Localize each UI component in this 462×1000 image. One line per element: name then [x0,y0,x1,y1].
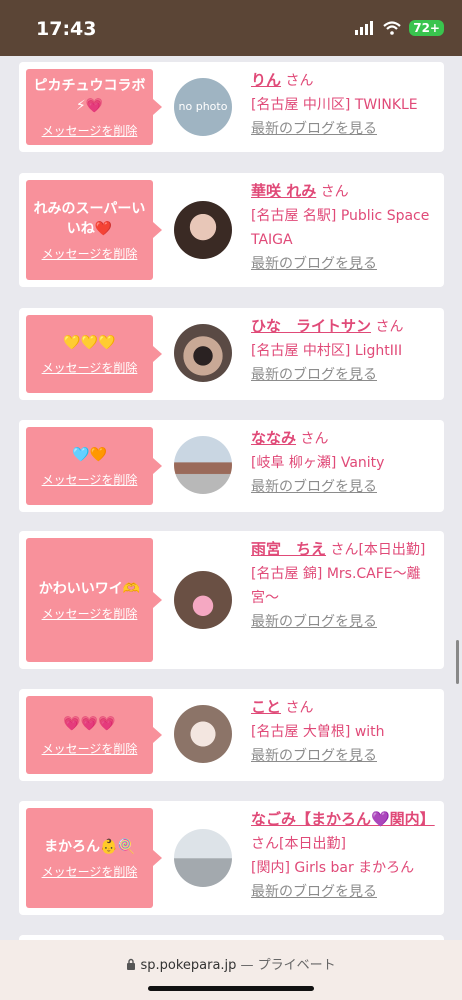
message-bubble: ピカチュウコラボ⚡💗 メッセージを削除 [26,69,162,145]
list-item: まかろん👶🍭 メッセージを削除 なごみ【まかろん💜関内】 さん[本日出勤] [関… [19,801,444,915]
blog-link[interactable]: 最新のブログを見る [251,479,377,495]
list-item: 💗💗💗 メッセージを削除 こと さん [名古屋 大曽根] with 最新のブログ… [19,689,444,781]
avatar[interactable] [174,436,232,494]
message-list[interactable]: ピカチュウコラボ⚡💗 メッセージを削除 no photo りん さん [名古屋 … [0,56,462,940]
message-text: 💗💗💗 [63,715,116,732]
girl-name-link[interactable]: ひな ライトサン [251,317,371,335]
url-text: sp.pokepara.jp [140,958,237,973]
signal-icon [355,21,374,35]
girl-name-link[interactable]: 華咲 れみ [251,182,316,200]
battery-icon: 72+ [409,20,444,36]
message-text: 💛💛💛 [63,334,116,351]
message-bubble: 💛💛💛 メッセージを削除 [26,315,162,393]
list-item: ピカチュウコラボ⚡💗 メッセージを削除 no photo りん さん [名古屋 … [19,62,444,152]
message-bubble: 🩵🧡 メッセージを削除 [26,427,162,505]
blog-link[interactable]: 最新のブログを見る [251,614,377,630]
shop-info: [名古屋 中村区] LightIII [251,343,403,359]
avatar[interactable] [174,571,232,629]
delete-message-link[interactable]: メッセージを削除 [42,740,138,757]
status-bar: 17:43 72+ [0,0,462,56]
list-item: 💛💛💛 メッセージを削除 ひな ライトサン さん [名古屋 中村区] Light… [19,308,444,400]
honorific: さん[本日出勤] [330,542,426,558]
status-time: 17:43 [36,18,97,40]
blog-link[interactable]: 最新のブログを見る [251,367,377,383]
browser-address-bar[interactable]: sp.pokepara.jp — プライベート [0,940,462,1000]
url-display[interactable]: sp.pokepara.jp — プライベート [0,954,462,973]
lock-icon [127,958,136,970]
status-icons: 72+ [355,20,444,36]
no-photo-label: no photo [178,100,228,113]
list-item: れみのスーパーいいね❤️ メッセージを削除 華咲 れみ さん [名古屋 名駅] … [19,173,444,287]
message-text: かわいいワイ🫶 [38,580,141,597]
honorific: さん [300,431,329,447]
message-text: ピカチュウコラボ⚡💗 [33,77,146,114]
avatar[interactable] [174,201,232,259]
shop-info: [名古屋 中川区] TWINKLE [251,97,418,113]
avatar[interactable]: no photo [174,78,232,136]
shop-info: [名古屋 名駅] Public Space TAIGA [251,208,430,248]
blog-link[interactable]: 最新のブログを見る [251,748,377,764]
delete-message-link[interactable]: メッセージを削除 [42,122,138,139]
list-item: 🩵🧡 メッセージを削除 ななみ さん [岐阜 柳ヶ瀬] Vanity 最新のブロ… [19,420,444,512]
blog-link[interactable]: 最新のブログを見る [251,884,377,900]
message-text: 🩵🧡 [72,446,107,463]
girl-name-link[interactable]: こと [251,698,281,716]
honorific: さん [285,73,314,89]
delete-message-link[interactable]: メッセージを削除 [42,605,138,622]
girl-name-link[interactable]: 雨宮 ちえ [251,540,326,558]
privacy-label: — プライベート [240,958,336,973]
avatar[interactable] [174,324,232,382]
message-bubble: まかろん👶🍭 メッセージを削除 [26,808,162,908]
shop-info: [関内] Girls bar まかろん [251,860,415,876]
shop-info: [名古屋 錦] Mrs.CAFE〜離宮〜 [251,566,421,606]
list-item: かわいいワイ🫶 メッセージを削除 雨宮 ちえ さん[本日出勤] [名古屋 錦] … [19,531,444,669]
girl-name-link[interactable]: ななみ [251,429,296,447]
message-bubble: れみのスーパーいいね❤️ メッセージを削除 [26,180,162,280]
message-bubble: 💗💗💗 メッセージを削除 [26,696,162,774]
honorific: さん [375,319,404,335]
message-text: れみのスーパーいいね❤️ [33,200,146,237]
honorific: さん [285,700,314,716]
avatar[interactable] [174,705,232,763]
scrollbar[interactable] [456,640,459,684]
shop-info: [名古屋 大曽根] with [251,724,385,740]
blog-link[interactable]: 最新のブログを見る [251,256,377,272]
girl-name-link[interactable]: なごみ【まかろん💜関内】 [251,810,435,828]
girl-name-link[interactable]: りん [251,71,281,89]
message-bubble: かわいいワイ🫶 メッセージを削除 [26,538,162,662]
home-indicator[interactable] [148,986,314,991]
honorific: さん[本日出勤] [251,836,346,852]
message-text: まかろん👶🍭 [44,838,135,855]
wifi-icon [383,21,401,35]
delete-message-link[interactable]: メッセージを削除 [42,471,138,488]
delete-message-link[interactable]: メッセージを削除 [42,359,138,376]
avatar[interactable] [174,829,232,887]
delete-message-link[interactable]: メッセージを削除 [42,863,138,880]
blog-link[interactable]: 最新のブログを見る [251,121,377,137]
shop-info: [岐阜 柳ヶ瀬] Vanity [251,455,385,471]
honorific: さん [320,184,349,200]
delete-message-link[interactable]: メッセージを削除 [42,245,138,262]
